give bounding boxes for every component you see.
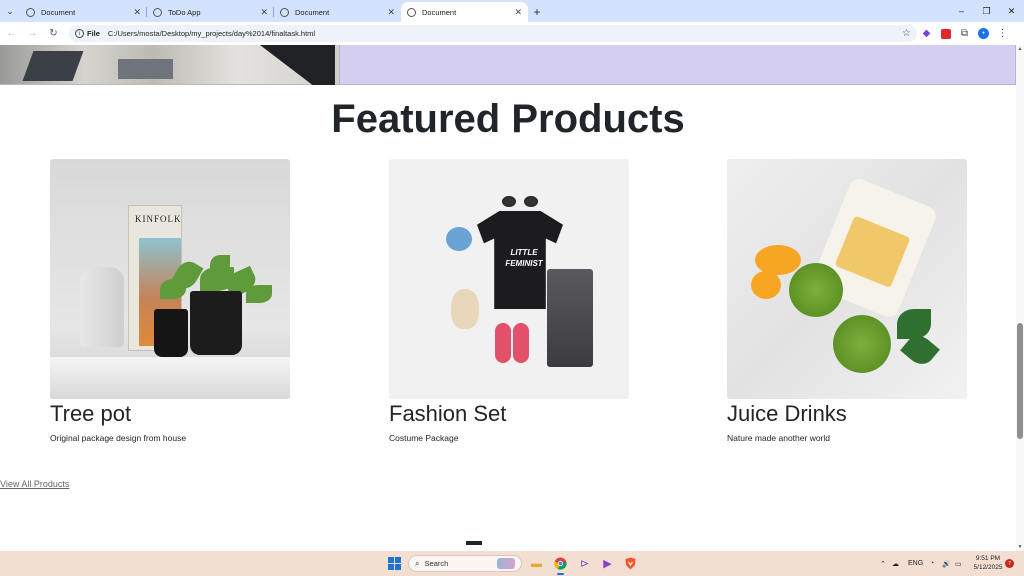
file-explorer-icon[interactable]: ▬ — [528, 555, 545, 572]
scroll-down-icon[interactable]: ▼ — [1016, 543, 1024, 551]
product-name: Fashion Set — [389, 401, 507, 426]
close-icon[interactable]: ✕ — [514, 7, 522, 18]
onedrive-icon[interactable]: ☁ — [892, 551, 899, 576]
view-all-products-link[interactable]: View All Products — [0, 479, 69, 489]
close-window-icon[interactable]: ✕ — [999, 0, 1024, 22]
hero-panel — [339, 45, 1016, 85]
browser-toolbar: ← → ↻ i File C:/Users/mosta/Desktop/my_p… — [0, 22, 1024, 45]
product-image-fashion-set[interactable]: LITTLE FEMINIST — [389, 159, 629, 399]
visual-studio-icon[interactable]: ▶ — [599, 555, 616, 572]
product-name: Tree pot — [50, 401, 132, 426]
product-name: Juice Drinks — [727, 401, 847, 426]
search-placeholder: Search — [424, 559, 449, 568]
globe-icon — [407, 7, 416, 17]
tab-title: ToDo App — [168, 7, 201, 17]
tab-document-active[interactable]: Document ✕ — [401, 2, 528, 22]
tab-title: Document — [295, 7, 330, 17]
pdf-extension-icon[interactable] — [936, 24, 955, 43]
start-windows-icon[interactable] — [388, 557, 401, 570]
close-icon[interactable]: ✕ — [133, 7, 141, 18]
page-scrollbar[interactable]: ▲ ▼ — [1016, 45, 1024, 551]
scroll-up-icon[interactable]: ▲ — [1016, 45, 1024, 53]
avatar-icon: • — [978, 28, 989, 39]
minimize-icon[interactable]: – — [949, 0, 974, 22]
arrow-left-icon: ← — [6, 28, 17, 39]
wifi-icon[interactable]: ◔ — [930, 551, 934, 576]
tee-print: LITTLE FEMINIST — [505, 248, 543, 268]
language-indicator[interactable]: ENG — [908, 551, 923, 576]
product-description: Costume Package — [389, 433, 459, 443]
scrollbar-thumb[interactable] — [1017, 323, 1023, 439]
puzzle-icon[interactable]: ⧉ — [955, 24, 974, 43]
reload-button[interactable]: ↻ — [44, 24, 63, 43]
chrome-icon[interactable] — [552, 555, 569, 575]
book-title: KINFOLK — [135, 214, 182, 224]
menu-kebab-icon[interactable]: ⋮ — [993, 24, 1012, 43]
tab-search-button[interactable]: ⌄ — [0, 0, 20, 22]
extension-icon[interactable]: ◆ — [917, 24, 936, 43]
product-card[interactable]: Juice Drinks Nature made another world — [727, 159, 967, 443]
clock-date: 5/12/2025 — [973, 564, 1003, 571]
search-highlight-image — [497, 558, 515, 569]
section-title: Featured Products — [331, 97, 685, 141]
restore-icon[interactable]: ❐ — [974, 0, 999, 22]
windows-taskbar: ⌕ Search ▬ ⊳ ▶ ⌃ ☁ ENG ◔ 🔊 ▭ 9:51 PM 5/1… — [0, 551, 1024, 576]
product-card[interactable]: KINFOLK Tree pot Original package design… — [50, 159, 290, 443]
scheme-chip[interactable]: File — [87, 29, 100, 38]
info-icon[interactable]: i — [75, 29, 84, 38]
forward-button[interactable]: → — [23, 24, 42, 43]
search-icon: ⌕ — [415, 558, 420, 568]
next-section-heading-partial — [466, 538, 482, 551]
tab-title: Document — [41, 7, 76, 17]
tab-document-1[interactable]: Document ✕ — [20, 2, 147, 22]
close-icon[interactable]: ✕ — [387, 7, 395, 18]
new-tab-button[interactable]: + — [528, 2, 546, 22]
hero-image — [0, 45, 339, 85]
window-controls: – ❐ ✕ — [949, 0, 1024, 22]
notification-badge[interactable]: 7 — [1005, 559, 1014, 568]
arrow-right-icon: → — [27, 28, 38, 39]
product-image-tree-pot[interactable]: KINFOLK — [50, 159, 290, 399]
product-description: Original package design from house — [50, 433, 187, 443]
back-button[interactable]: ← — [2, 24, 21, 43]
globe-icon — [26, 7, 35, 17]
globe-icon — [280, 7, 289, 17]
clock[interactable]: 9:51 PM 5/12/2025 — [970, 554, 1006, 572]
bookmark-star-icon[interactable]: ☆ — [902, 28, 911, 39]
globe-icon — [153, 7, 162, 17]
chevron-down-icon: ⌄ — [6, 5, 14, 16]
battery-icon[interactable]: ▭ — [955, 551, 962, 576]
tab-title: Document — [422, 7, 457, 17]
address-bar[interactable]: i File C:/Users/mosta/Desktop/my_project… — [69, 25, 917, 42]
show-hidden-icons-chevron-icon[interactable]: ⌃ — [880, 551, 886, 576]
tab-todo-app[interactable]: ToDo App ✕ — [147, 2, 274, 22]
reload-icon: ↻ — [49, 28, 58, 39]
brave-icon[interactable] — [622, 555, 639, 572]
volume-icon[interactable]: 🔊 — [942, 551, 951, 576]
url-text[interactable]: C:/Users/mosta/Desktop/my_projects/day%2… — [108, 29, 902, 38]
product-image-juice-drinks[interactable] — [727, 159, 967, 399]
vscode-icon[interactable]: ⊳ — [576, 555, 593, 572]
tab-strip: ⌄ Document ✕ ToDo App ✕ Document ✕ Docum… — [0, 0, 1024, 22]
close-icon[interactable]: ✕ — [260, 7, 268, 18]
product-card[interactable]: LITTLE FEMINIST Fashion Set Costume Pack… — [389, 159, 629, 443]
product-description: Nature made another world — [727, 433, 831, 443]
tab-document-2[interactable]: Document ✕ — [274, 2, 401, 22]
page-viewport: Featured Products KINFOLK Tree pot Origi… — [0, 45, 1016, 551]
taskbar-search[interactable]: ⌕ Search — [408, 555, 522, 572]
clock-time: 9:51 PM — [975, 555, 1001, 562]
profile-avatar[interactable]: • — [974, 24, 993, 43]
